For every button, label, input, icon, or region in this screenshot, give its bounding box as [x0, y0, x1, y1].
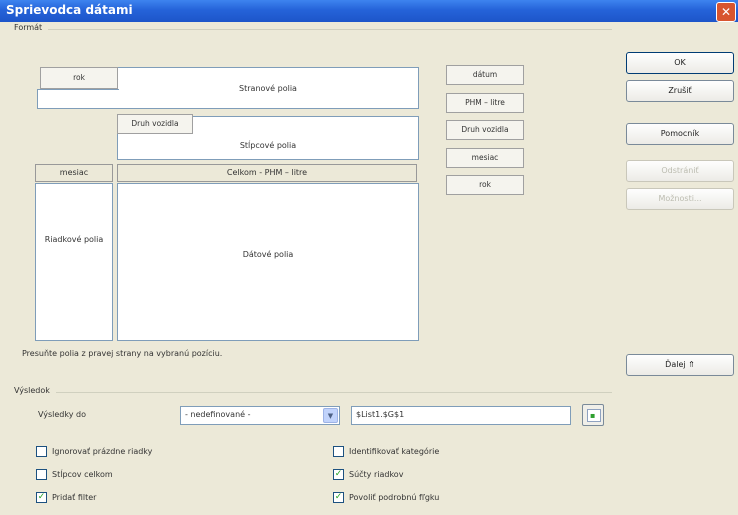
close-icon: ✕ — [720, 5, 732, 19]
field-button-rok[interactable]: rok — [446, 175, 524, 195]
page-area-label: Stranové polia — [239, 84, 297, 93]
drag-hint: Presuňte polia z pravej strany na vybran… — [22, 349, 223, 358]
column-field-druh-vozidla[interactable]: Druh vozidla — [117, 114, 193, 134]
more-button[interactable]: Ďalej ⇑ — [626, 354, 734, 376]
page-field-slot[interactable] — [37, 89, 119, 109]
chevron-down-icon[interactable]: ▼ — [323, 408, 338, 423]
checkbox-add-filter[interactable]: ✓ — [36, 492, 47, 503]
data-field-header[interactable]: Celkom - PHM – litre — [117, 164, 417, 182]
results-address-value: $List1.$G$1 — [356, 410, 405, 419]
results-to-select[interactable]: - nedefinované - ▼ — [180, 406, 340, 425]
window-title: Sprievodca dátami — [6, 3, 133, 17]
checkbox-ignore-empty-rows[interactable] — [36, 446, 47, 457]
row-area-label: Riadkové polia — [44, 235, 104, 244]
checkbox-identify-categories-label: Identifikovať kategórie — [349, 447, 440, 456]
layout-group-line — [48, 29, 612, 30]
checkbox-enable-drilldown-label: Povoliť podrobnú fľgku — [349, 493, 440, 502]
options-button[interactable]: Možnosti... — [626, 188, 734, 210]
result-group-line — [56, 392, 612, 393]
page-field-rok[interactable]: rok — [40, 67, 118, 89]
checkbox-ignore-empty-rows-label: Ignorovať prázdne riadky — [52, 447, 153, 456]
results-address-input[interactable]: $List1.$G$1 — [351, 406, 571, 425]
checkbox-identify-categories[interactable] — [333, 446, 344, 457]
field-button-druh-vozidla[interactable]: Druh vozidla — [446, 120, 524, 140]
checkbox-total-columns[interactable] — [36, 469, 47, 480]
checkbox-total-rows[interactable]: ✓ — [333, 469, 344, 480]
results-to-value: - nedefinované - — [185, 410, 251, 419]
result-group-title: Výsledok — [14, 386, 53, 395]
field-button-datum[interactable]: dátum — [446, 65, 524, 85]
ok-button[interactable]: OK — [626, 52, 734, 74]
close-button[interactable]: ✕ — [716, 2, 736, 22]
checkbox-total-columns-label: Stĺpcov celkom — [52, 470, 113, 479]
layout-group-title: Formát — [14, 23, 46, 32]
column-area-label: Stĺpcové polia — [239, 141, 297, 150]
cancel-button[interactable]: Zrušiť — [626, 80, 734, 102]
checkbox-enable-drilldown[interactable]: ✓ — [333, 492, 344, 503]
data-fields-area[interactable]: Dátové polia — [117, 183, 419, 341]
page-fields-area[interactable]: Stranové polia — [117, 67, 419, 109]
row-fields-area[interactable]: Riadkové polia — [35, 183, 113, 341]
arrow-icon: ▪ — [590, 411, 596, 420]
data-area-label: Dátové polia — [242, 250, 294, 259]
results-to-label: Výsledky do — [38, 410, 86, 419]
field-button-phm-litre[interactable]: PHM – litre — [446, 93, 524, 113]
row-field-header[interactable]: mesiac — [35, 164, 113, 182]
remove-button[interactable]: Odstrániť — [626, 160, 734, 182]
shrink-reference-button[interactable]: ▪ — [582, 404, 604, 426]
checkbox-add-filter-label: Pridať filter — [52, 493, 97, 502]
help-button[interactable]: Pomocník — [626, 123, 734, 145]
checkbox-total-rows-label: Súčty riadkov — [349, 470, 404, 479]
title-bar: Sprievodca dátami ✕ — [0, 0, 738, 22]
field-button-mesiac[interactable]: mesiac — [446, 148, 524, 168]
